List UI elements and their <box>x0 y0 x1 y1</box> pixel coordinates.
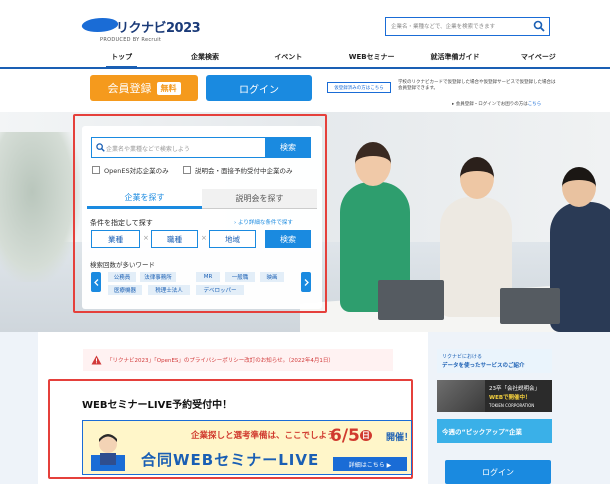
checkbox-briefing[interactable]: 説明会・面接予約受付中企業のみ <box>183 165 293 175</box>
hot-word-tag[interactable]: デベロッパー <box>196 285 244 295</box>
privacy-notice-text: 「リクナビ2023」「OpenES」のプライバシーポリシー改訂のお知らせ。（20… <box>107 358 334 364</box>
select-job[interactable]: 職種 <box>151 230 198 248</box>
login-help-text: ▸ 会員登録・ログインでお困りの方は <box>452 102 528 107</box>
header-search-input[interactable]: 企業名・業種などで、企業を検索できます <box>385 17 550 36</box>
ad2-photo <box>437 380 485 412</box>
laptop-right <box>500 288 560 324</box>
nav-top[interactable]: トップ <box>80 50 163 69</box>
hot-word-tag[interactable]: 法律事務所 <box>140 272 176 282</box>
person-woman-head <box>355 142 391 186</box>
ad-company-briefing[interactable]: 23卒「会社説明会」 WEBで開催中！ TOKIEN CORPORATION <box>437 380 552 412</box>
ad2-line2: WEBで開催中！ <box>489 395 531 401</box>
hot-words-label: 検索回数が多いワード <box>90 261 155 269</box>
keyword-search-button[interactable]: 検索 <box>265 137 311 158</box>
side-login-button[interactable]: ログイン <box>445 460 551 484</box>
hot-word-tag[interactable]: 医療機器 <box>108 285 142 295</box>
register-button[interactable]: 会員登録 無料 <box>90 75 198 101</box>
header-search-placeholder: 企業名・業種などで、企業を検索できます <box>391 24 496 30</box>
hot-word-tag[interactable]: 一般職 <box>225 272 255 282</box>
person-man-center-head <box>460 157 494 199</box>
select-area[interactable]: 地域 <box>209 230 256 248</box>
tab-company-search[interactable]: 企業を探す <box>87 189 202 209</box>
hot-word-tag[interactable]: 税理士法人 <box>148 285 190 295</box>
web-seminar-title: WEBセミナーLIVE予約受付中！ <box>82 400 233 411</box>
ad-pickup-companies[interactable]: 今週の“ピックアップ”企業 <box>437 419 552 443</box>
login-help-note: ▸ 会員登録・ログインでお困りの方はこちら <box>452 101 541 107</box>
ad2-line3: TOKIEN CORPORATION <box>489 403 535 408</box>
provisional-note: 学校のリクナビカードで仮登録した場合や仮登録サービスで仮登録した場合は会員登録で… <box>398 80 556 91</box>
checkbox-box[interactable] <box>183 166 191 174</box>
warning-icon <box>91 355 102 365</box>
ad3-text: 今週の“ピックアップ”企業 <box>442 428 523 436</box>
banner-date: 6/5 日 <box>330 426 372 446</box>
hot-word-tag[interactable]: 公務員 <box>108 272 136 282</box>
tab-briefing-search[interactable]: 説明会を探す <box>202 189 317 209</box>
checkbox-briefing-label: 説明会・面接予約受付中企業のみ <box>195 167 293 175</box>
logo-text: リクナビ2023 <box>116 21 201 36</box>
free-badge: 無料 <box>156 81 181 95</box>
rikunabi-logo[interactable]: リクナビ2023 PRODUCED BY Recruit <box>79 14 201 44</box>
nav-company-search[interactable]: 企業検索 <box>163 50 246 68</box>
search-icon[interactable] <box>533 20 545 32</box>
nav-prep-guide[interactable]: 就活準備ガイド <box>413 50 496 68</box>
ad1-line2: データを使ったサービスのご紹介 <box>442 363 525 369</box>
logo-subtext: PRODUCED BY Recruit <box>100 37 162 43</box>
nav-mypage[interactable]: マイページ <box>497 50 580 68</box>
main-nav: トップ 企業検索 イベント WEBセミナー 就活準備ガイド マイページ <box>80 50 580 69</box>
times-separator: × <box>201 234 207 242</box>
times-separator: × <box>143 234 149 242</box>
search-tabs: 企業を探す 説明会を探す <box>87 189 317 209</box>
banner-day: 日 <box>359 430 372 441</box>
detailed-condition-link[interactable]: › より詳細な条件で探す <box>234 218 293 226</box>
search-icon <box>96 143 105 152</box>
presenter-illustration-icon <box>91 434 125 471</box>
chevron-left-icon <box>93 278 98 286</box>
site-header: リクナビ2023 PRODUCED BY Recruit 企業名・業種などで、企… <box>0 0 610 69</box>
nav-web-seminar[interactable]: WEBセミナー <box>330 50 413 68</box>
hot-words-next-button[interactable] <box>301 272 311 292</box>
login-help-link[interactable]: こちら <box>528 102 542 107</box>
ad1-line1: リクナビにおける <box>442 354 483 360</box>
laptop-left <box>378 280 444 320</box>
banner-headline: 企業探しと選考準備は、ここでしよう <box>191 431 336 441</box>
keyword-placeholder: 企業名や業種などで検索しよう <box>106 146 190 153</box>
person-man-right-head <box>562 167 596 207</box>
chevron-right-icon <box>304 278 309 286</box>
condition-search-button[interactable]: 検索 <box>265 230 311 248</box>
nav-event[interactable]: イベント <box>247 50 330 68</box>
hot-word-tag[interactable]: 映画 <box>260 272 284 282</box>
privacy-notice[interactable]: 「リクナビ2023」「OpenES」のプライバシーポリシー改訂のお知らせ。（20… <box>83 349 393 371</box>
hot-word-tag[interactable]: MR <box>196 272 220 282</box>
checkbox-box[interactable] <box>92 166 100 174</box>
login-button[interactable]: ログイン <box>206 75 312 101</box>
banner-kaisai: 開催！ <box>386 433 412 443</box>
banner-date-value: 6/5 <box>330 426 360 446</box>
checkbox-openes[interactable]: OpenES対応企業のみ <box>92 165 169 175</box>
banner-big-title: 合同WEBセミナーLIVE <box>141 451 320 469</box>
hero-plant <box>0 132 80 282</box>
select-industry[interactable]: 業種 <box>91 230 140 248</box>
ad2-line1: 23卒「会社説明会」 <box>489 386 540 392</box>
register-label: 会員登録 <box>107 82 152 95</box>
banner-detail-button[interactable]: 詳細はこちら ▶ <box>333 457 407 471</box>
web-seminar-banner[interactable]: 企業探しと選考準備は、ここでしよう 合同WEBセミナーLIVE 6/5 日 開催！… <box>82 420 412 475</box>
logo-swoosh-icon <box>79 18 121 32</box>
condition-label: 条件を指定して探す <box>90 219 153 227</box>
ad-data-service[interactable]: リクナビにおける データを使ったサービスのご紹介 <box>437 349 552 373</box>
hot-words-prev-button[interactable] <box>91 272 101 292</box>
provisional-registered-link[interactable]: 仮登録済みの方はこちら <box>327 82 391 93</box>
checkbox-openes-label: OpenES対応企業のみ <box>104 167 169 175</box>
